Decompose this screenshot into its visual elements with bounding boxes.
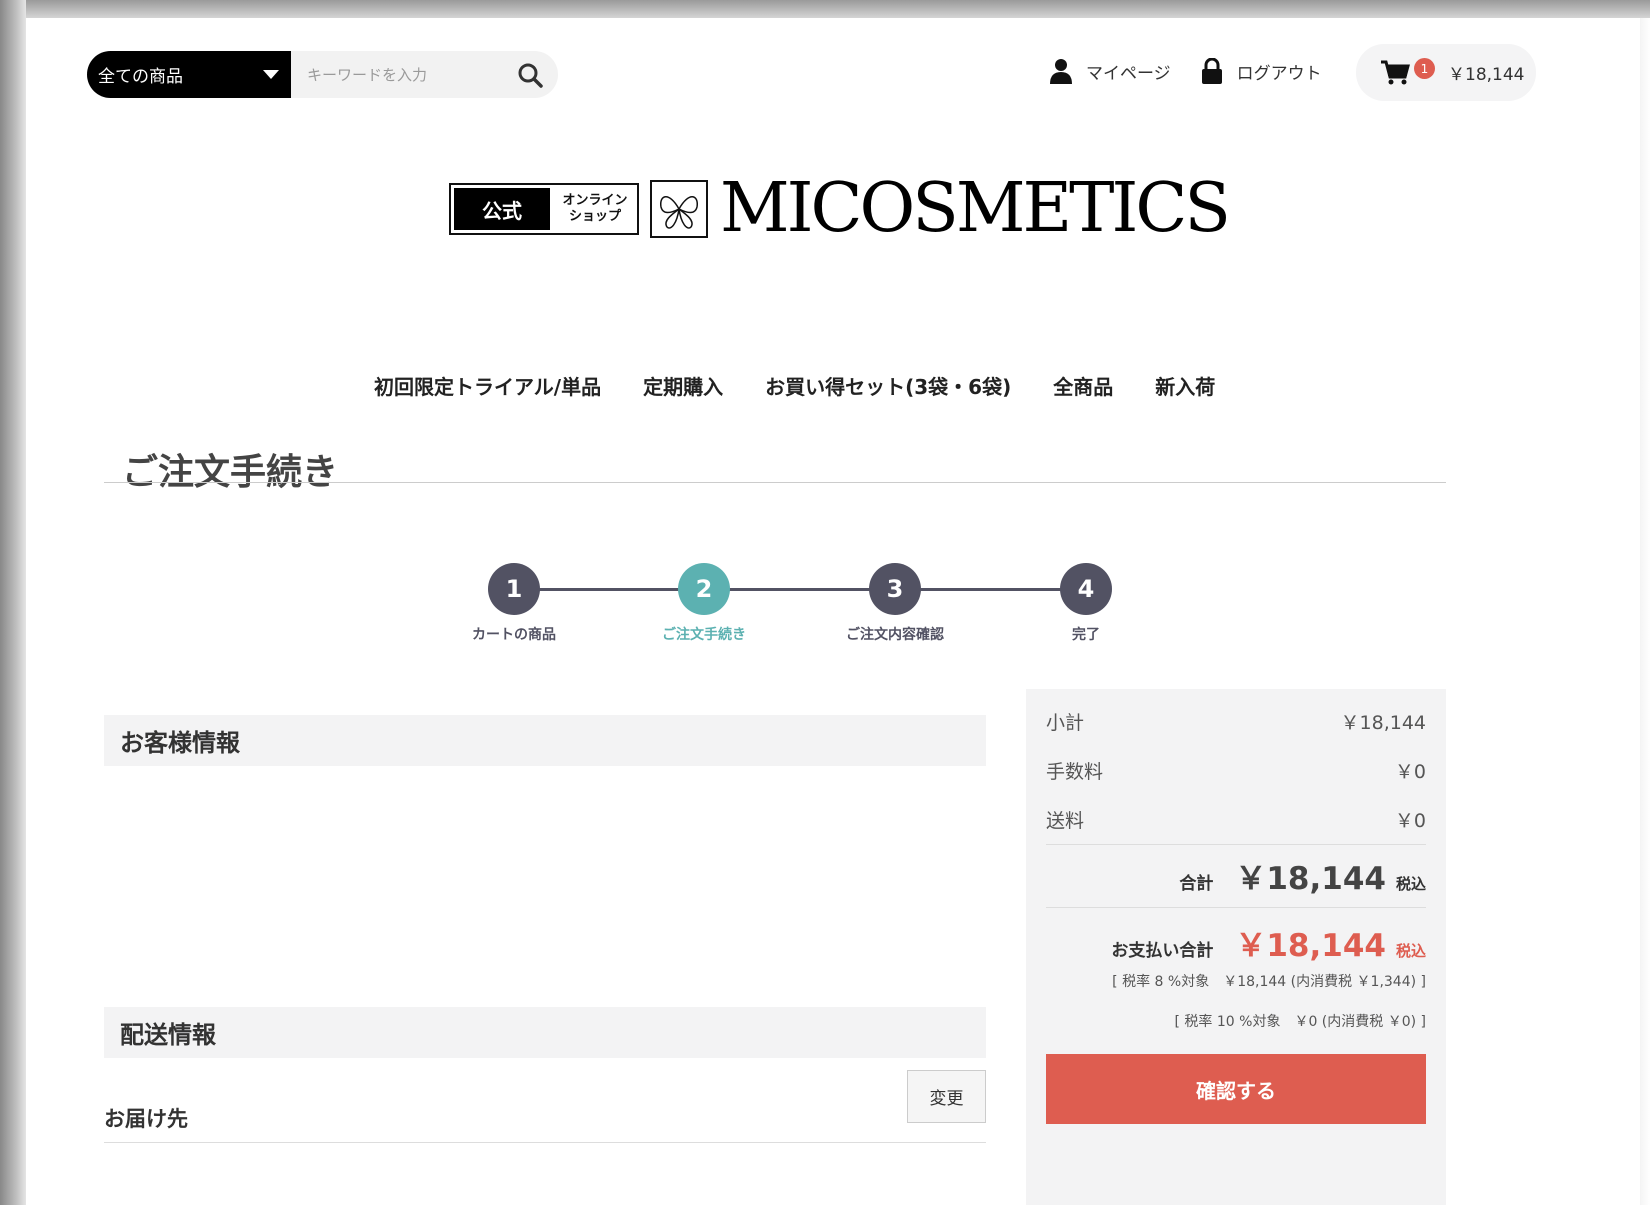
- online-shop-line2: ショップ: [568, 209, 621, 224]
- search-button[interactable]: [502, 51, 558, 98]
- user-links: マイページ ログアウト: [1050, 58, 1352, 84]
- search-input[interactable]: [291, 51, 502, 98]
- cart-count-badge: 1: [1414, 58, 1435, 79]
- official-shop-mark: 公式 オンライン ショップ: [449, 183, 639, 235]
- mypage-label: マイページ: [1086, 63, 1171, 84]
- subtotal-value: ￥18,144: [1340, 712, 1426, 734]
- mypage-link[interactable]: マイページ: [1050, 58, 1171, 84]
- window-frame-right: [1640, 18, 1650, 1205]
- step-label: ご注文内容確認: [846, 627, 944, 643]
- main-nav: 初回限定トライアル/単品 定期購入 お買い得セット(3袋・6袋) 全商品 新入荷: [374, 371, 1257, 400]
- step-order-confirm: 3 ご注文内容確認: [825, 563, 965, 644]
- total-value: ￥18,144: [1235, 861, 1386, 897]
- checkout-steps: 1 カートの商品 2 ご注文手続き 3 ご注文内容確認 4 完了: [436, 563, 1136, 653]
- step-number: 3: [869, 563, 921, 615]
- step-complete: 4 完了: [1016, 563, 1156, 644]
- search-icon: [518, 63, 543, 88]
- step-order-procedure: 2 ご注文手続き: [634, 563, 774, 644]
- payment-total-label: お支払い合計: [1111, 941, 1214, 961]
- cart-icon: [1381, 60, 1410, 84]
- step-label: 完了: [1072, 627, 1100, 643]
- nav-item-value-set[interactable]: お買い得セット(3袋・6袋): [765, 371, 1011, 400]
- brand-emblem-icon: [650, 180, 708, 238]
- step-label: ご注文手続き: [662, 627, 746, 643]
- nav-item-subscription[interactable]: 定期購入: [643, 371, 723, 400]
- order-summary: 小計 ￥18,144 手数料 ￥0 送料 ￥0 合計 ￥18,144 税込 お支…: [1026, 689, 1446, 1205]
- cart-button[interactable]: 1 ￥18,144: [1356, 44, 1536, 101]
- user-icon: [1050, 58, 1072, 84]
- fee-label: 手数料: [1046, 761, 1104, 783]
- category-select[interactable]: 全ての商品: [87, 51, 291, 98]
- window-frame-left: [0, 0, 26, 1205]
- official-label: 公式: [454, 188, 550, 230]
- site-logo[interactable]: 公式 オンライン ショップ MICOSMETICS: [449, 169, 1231, 248]
- tax-8-line: [ 税率 8 %対象 ￥18,144 (内消費税 ￥1,344) ]: [1112, 974, 1426, 990]
- step-number: 1: [488, 563, 540, 615]
- total-tax-included: 税込: [1395, 875, 1426, 893]
- logout-label: ログアウト: [1236, 63, 1322, 84]
- logout-link[interactable]: ログアウト: [1201, 58, 1322, 84]
- title-divider: [104, 482, 1446, 483]
- nav-item-trial[interactable]: 初回限定トライアル/単品: [374, 371, 601, 400]
- delivery-divider: [104, 1142, 986, 1143]
- payment-total-row: お支払い合計 ￥18,144 税込: [1046, 908, 1426, 968]
- page: 全ての商品 マイページ ログアウト: [26, 18, 1640, 1205]
- brand-wordmark: MICOSMETICS: [720, 169, 1231, 248]
- customer-info-heading: お客様情報: [104, 715, 986, 766]
- page-title: ご注文手続き: [122, 452, 339, 493]
- delivery-info-heading: 配送情報: [104, 1007, 986, 1058]
- category-select-label: 全ての商品: [98, 67, 183, 87]
- tax-10-line: [ 税率 10 %対象 ￥0 (内消費税 ￥0) ]: [1174, 1014, 1426, 1030]
- window-frame-top: [0, 0, 1650, 18]
- cart-total: ￥18,144: [1448, 65, 1525, 85]
- online-shop-label: オンライン ショップ: [553, 185, 637, 233]
- total-row: 合計 ￥18,144 税込: [1046, 845, 1426, 907]
- payment-tax-included: 税込: [1395, 942, 1426, 960]
- step-number: 2: [678, 563, 730, 615]
- total-label: 合計: [1179, 874, 1214, 894]
- nav-item-all-products[interactable]: 全商品: [1053, 371, 1113, 400]
- fee-row: 手数料 ￥0: [1046, 746, 1426, 795]
- shipping-label: 送料: [1046, 810, 1085, 832]
- subtotal-label: 小計: [1046, 712, 1085, 734]
- online-shop-line1: オンライン: [562, 193, 628, 208]
- deliver-to-label: お届け先: [104, 1107, 188, 1131]
- subtotal-row: 小計 ￥18,144: [1046, 697, 1426, 746]
- caret-down-icon: [263, 70, 279, 79]
- shipping-value: ￥0: [1394, 810, 1426, 832]
- confirm-button[interactable]: 確認する: [1046, 1054, 1426, 1124]
- nav-item-new-arrivals[interactable]: 新入荷: [1155, 371, 1215, 400]
- shipping-row: 送料 ￥0: [1046, 795, 1426, 844]
- step-cart: 1 カートの商品: [444, 563, 584, 644]
- step-label: カートの商品: [472, 627, 556, 643]
- fee-value: ￥0: [1394, 761, 1426, 783]
- steps-connector: [514, 588, 1086, 591]
- lock-icon: [1201, 58, 1223, 84]
- search-bar: 全ての商品: [87, 51, 558, 98]
- change-address-button[interactable]: 変更: [907, 1070, 986, 1123]
- payment-total-value: ￥18,144: [1235, 928, 1386, 964]
- step-number: 4: [1060, 563, 1112, 615]
